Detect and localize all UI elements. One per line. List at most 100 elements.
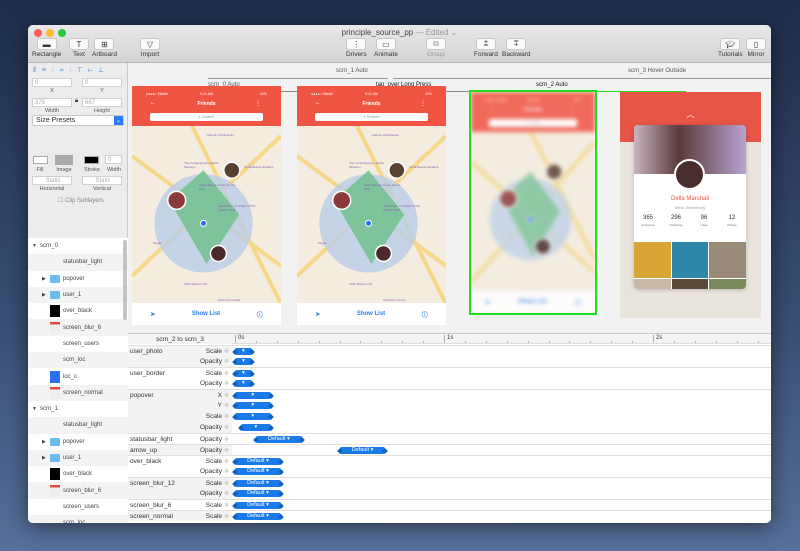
image-swatch[interactable] [55, 155, 73, 165]
layer-row[interactable]: loc_c [28, 368, 128, 384]
gear-icon[interactable]: ❄ [224, 447, 229, 454]
photo-thumbnail[interactable] [709, 279, 746, 289]
location-arrow-icon[interactable]: ➤ [485, 299, 490, 306]
gear-icon[interactable]: ❄ [224, 358, 229, 365]
photo-thumbnail[interactable] [671, 279, 709, 289]
layer-row[interactable]: screen_blur_6 [28, 482, 128, 499]
show-list-button[interactable]: Show List [192, 311, 220, 317]
gear-icon[interactable]: ❄ [224, 424, 229, 431]
align-icons[interactable]: ⫴ ≡ ⫶ ≐ ⫶ ⊤ ⊢ ⊥ [33, 67, 105, 75]
animation-curve-bar[interactable]: Default ▾ [339, 447, 386, 454]
info-icon[interactable]: ⓘ [422, 310, 428, 319]
import-button[interactable]: ▽ Import [140, 38, 160, 58]
layer-row[interactable]: ▶ user_1 [28, 286, 128, 304]
layer-row[interactable]: ▼ scrn_0 [28, 238, 128, 254]
animation-curve-bar[interactable]: ▾ [235, 358, 252, 365]
text-button[interactable]: T Text [69, 38, 89, 58]
animation-curve-bar[interactable]: Default ▾ [235, 490, 281, 497]
map-view[interactable]: Cartoon Art Museum The Contemporary Jewis… [297, 126, 446, 303]
artboard-screen[interactable]: ●●●●○ Sketch 9:41 AM 42% ← Friends ⋮ ⌕ Search C… [132, 86, 281, 325]
disclosure-closed-icon[interactable]: ▶ [42, 292, 46, 298]
forward-button[interactable]: ⩲ Forward [474, 38, 498, 58]
more-icon[interactable]: ⋮ [255, 100, 261, 107]
layer-row[interactable]: statusbar_light [28, 417, 128, 434]
location-arrow-icon[interactable]: ➤ [150, 311, 155, 318]
animation-curve-bar[interactable]: Default ▾ [235, 513, 281, 520]
backward-button[interactable]: ⩱ Backward [502, 38, 531, 58]
more-icon[interactable]: ⋮ [420, 100, 426, 107]
layer-row[interactable]: screen_blur_6 [28, 319, 128, 336]
gear-icon[interactable]: ❄ [224, 380, 229, 387]
disclosure-open-icon[interactable]: ▼ [32, 406, 37, 412]
animate-button[interactable]: ▭ Animate [374, 38, 398, 58]
arrow-up-icon[interactable]: ︿ [620, 109, 761, 120]
animation-curve-bar[interactable]: ▾ [235, 413, 271, 420]
height-field[interactable]: 667 [82, 98, 122, 107]
animation-curve-bar[interactable]: Default ▾ [235, 502, 281, 509]
layer-row[interactable]: over_black [28, 303, 128, 319]
layer-row[interactable]: statusbar_light [28, 254, 128, 271]
layer-row[interactable]: ▶ popover [28, 434, 128, 450]
horizontal-select[interactable]: Static [32, 176, 72, 185]
size-presets-select[interactable]: Size Presets ⌄ [32, 115, 124, 126]
timeline-ruler[interactable]: 0s 1s 2s [232, 334, 771, 344]
drivers-button[interactable]: ⋮ Drivers [346, 38, 367, 58]
info-icon[interactable]: ⓘ [575, 298, 581, 307]
clip-sublayers-checkbox[interactable]: ☐ Clip Sublayers [58, 197, 104, 204]
fill-swatch[interactable] [33, 156, 48, 164]
photo-thumbnail[interactable] [634, 242, 671, 278]
gear-icon[interactable]: ❄ [224, 513, 229, 520]
layer-row[interactable]: screen_users [28, 499, 128, 515]
connection-scrn2-auto[interactable]: scrn_2 Auto [536, 82, 568, 88]
layer-row[interactable]: screen_normal [28, 384, 128, 401]
lock-icon[interactable]: 🔒︎ [75, 98, 78, 105]
photo-thumbnail[interactable] [671, 242, 709, 278]
photo-thumbnail[interactable] [709, 242, 746, 278]
layer-row[interactable]: scrn_loc [28, 352, 128, 369]
disclosure-closed-icon[interactable]: ▶ [42, 439, 46, 445]
show-list-button[interactable]: Show List [357, 311, 385, 317]
x-field[interactable]: 0 [32, 78, 72, 87]
stroke-width-field[interactable]: 0 [105, 155, 122, 164]
info-icon[interactable]: ⓘ [257, 310, 263, 319]
animation-curve-bar[interactable]: ▾ [235, 380, 252, 387]
search-field[interactable]: ⌕ Search [150, 113, 263, 121]
animation-curve-bar[interactable]: ▾ [235, 392, 271, 399]
artboard-button[interactable]: ⊞ Artboard [92, 38, 117, 58]
artboard-screen[interactable]: ●●●●○ Sketch 9:41 AM 42% ← Friends ⋮ ⌕ Search C… [297, 86, 446, 325]
search-field[interactable]: ⌕ Search [315, 113, 428, 121]
animation-curve-bar[interactable]: Default ▾ [255, 436, 302, 443]
animation-curve-bar[interactable]: ▾ [235, 402, 271, 409]
y-field[interactable]: 0 [82, 78, 122, 87]
gear-icon[interactable]: ❄ [224, 468, 229, 475]
layers-scrollbar[interactable] [123, 240, 127, 320]
layer-row[interactable]: over_black [28, 466, 128, 482]
group-button[interactable]: ⧉ Group [426, 38, 446, 58]
gear-icon[interactable]: ❄ [224, 458, 229, 465]
layer-row[interactable]: ▶ popover [28, 271, 128, 287]
show-list-button[interactable]: Show List [518, 299, 546, 305]
artboard-profile[interactable]: ︿ Della Marshall West Jimmiebury 365 Foll… [620, 92, 761, 318]
gear-icon[interactable]: ❄ [224, 370, 229, 377]
photo-thumbnail[interactable] [634, 279, 671, 289]
layer-row[interactable]: ▼ scrn_1 [28, 401, 128, 417]
layer-row[interactable]: screen_users [28, 336, 128, 352]
layer-row[interactable]: scrn_loc [28, 515, 128, 523]
artboard-screen[interactable]: ●●●●○ Sketch 9:41 AM 42% ← Friends ⋮ ⌕ Search ➤… [469, 90, 597, 315]
gear-icon[interactable]: ❄ [224, 402, 229, 409]
disclosure-closed-icon[interactable]: ▶ [42, 276, 46, 282]
gear-icon[interactable]: ❄ [224, 490, 229, 497]
disclosure-closed-icon[interactable]: ▶ [42, 455, 46, 461]
more-icon[interactable]: ⋮ [569, 106, 575, 113]
gear-icon[interactable]: ❄ [224, 502, 229, 509]
tutorials-button[interactable]: 🎓︎ Tutorials [718, 38, 743, 58]
animation-curve-bar[interactable]: ▾ [241, 424, 271, 431]
map-view[interactable] [471, 132, 595, 291]
connection-scrn1-auto[interactable]: scrn_1 Auto [336, 68, 368, 74]
connection-scrn3-hover-outside[interactable]: scrn_3 Hover Outside [628, 68, 686, 74]
layer-row[interactable]: ▶ user_1 [28, 449, 128, 467]
vertical-select[interactable]: Static [82, 176, 122, 185]
mirror-button[interactable]: ▯ Mirror [746, 38, 766, 58]
animation-curve-bar[interactable]: Default ▾ [235, 468, 281, 475]
animation-curve-bar[interactable]: Default ▾ [235, 458, 281, 465]
